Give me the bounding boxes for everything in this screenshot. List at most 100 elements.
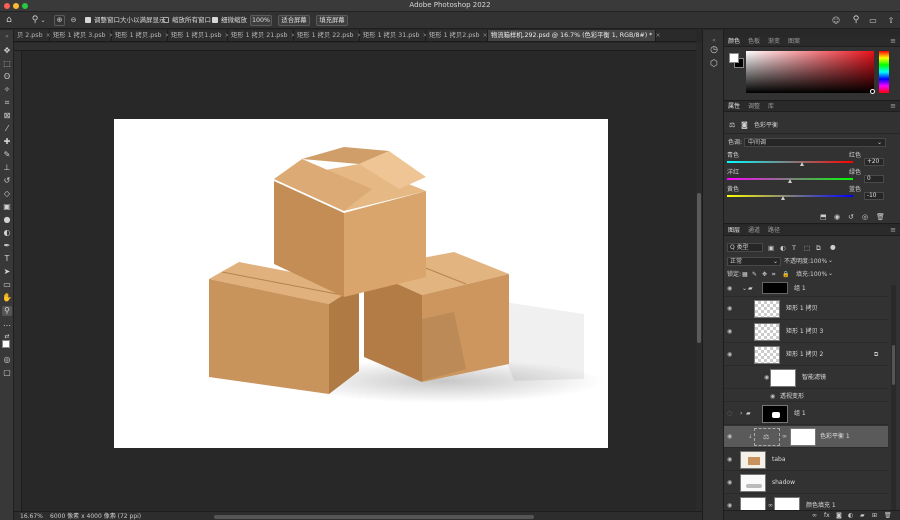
opacity-value[interactable]: 100% xyxy=(810,258,827,266)
color-field[interactable] xyxy=(746,51,874,93)
close-tab-icon[interactable]: × xyxy=(482,32,487,39)
quick-mask-icon[interactable]: ◎ xyxy=(2,355,12,365)
new-adjustment-icon[interactable]: ◐ xyxy=(848,512,853,520)
layer-row[interactable]: ◉ ⌄ ▰ 组 1 xyxy=(724,282,888,297)
cyan-red-value[interactable]: +20 xyxy=(864,158,884,166)
chain-link-icon[interactable]: ∞ xyxy=(768,502,773,510)
visibility-eye-icon[interactable]: ◉ xyxy=(727,479,734,486)
chain-link-icon[interactable]: ∞ xyxy=(782,433,787,441)
lock-pixels-icon[interactable]: ▦ xyxy=(742,271,748,279)
layer-thumbnail[interactable] xyxy=(754,323,780,341)
document-tab-active[interactable]: 物流箱样机.292.psd @ 16.7% (色彩平衡 1, RGB/8#) *… xyxy=(488,30,661,41)
zoom-all-windows-checkbox[interactable]: 缩放所有窗口 xyxy=(163,15,211,26)
panel-menu-icon[interactable]: ≡ xyxy=(890,102,896,111)
document-tab[interactable]: 矩形 1 拷贝 31.psb× xyxy=(360,30,428,41)
history-brush-tool-icon[interactable]: ↺ xyxy=(2,176,12,186)
visibility-eye-icon[interactable]: ◉ xyxy=(727,456,734,463)
reset-icon[interactable]: ↺ xyxy=(848,213,854,221)
trash-icon[interactable]: 🗑 xyxy=(876,213,885,221)
visibility-icon[interactable]: ◎ xyxy=(862,213,868,221)
foreground-color-swatch[interactable] xyxy=(2,340,10,348)
tab-libraries[interactable]: 库 xyxy=(768,102,774,112)
layer-row-selected[interactable]: ◉ ↓ ⚖ ∞ 色彩平衡 1 xyxy=(724,426,888,448)
gradient-tool-icon[interactable]: ▣ xyxy=(2,202,12,212)
tab-swatches[interactable]: 色板 xyxy=(748,37,760,47)
magenta-green-slider[interactable]: 洋红 绿色 0 xyxy=(727,169,897,185)
view-previous-icon[interactable]: ◉ xyxy=(834,213,840,221)
tab-channels[interactable]: 通道 xyxy=(748,226,760,236)
tab-paths[interactable]: 路径 xyxy=(768,226,780,236)
chevron-down-icon[interactable]: ⌄ xyxy=(828,270,833,278)
eraser-tool-icon[interactable]: ◇ xyxy=(2,189,12,199)
fill-value[interactable]: 100% xyxy=(810,271,827,279)
tab-layers[interactable]: 图层 xyxy=(728,226,740,236)
lasso-tool-icon[interactable]: ʘ xyxy=(2,72,12,82)
layer-mask-thumbnail[interactable] xyxy=(762,282,788,294)
filter-toggle-icon[interactable]: ● xyxy=(830,243,836,251)
scroll-thumb[interactable] xyxy=(697,193,701,343)
move-tool-icon[interactable]: ✥ xyxy=(2,46,12,56)
clone-stamp-tool-icon[interactable]: ⊥ xyxy=(2,163,12,173)
tab-patterns[interactable]: 图案 xyxy=(788,37,800,47)
clip-to-layer-icon[interactable]: ⬒ xyxy=(820,213,827,221)
filter-mask-thumbnail[interactable] xyxy=(770,369,796,387)
layer-style-icon[interactable]: fx xyxy=(824,512,830,520)
vertical-ruler[interactable] xyxy=(14,51,22,511)
foreground-color-chip[interactable] xyxy=(729,53,739,63)
visibility-off-icon[interactable]: ○ xyxy=(727,410,734,417)
tool-preset-chevron-icon[interactable]: ⌄ xyxy=(40,16,46,25)
brush-tool-icon[interactable]: ✎ xyxy=(2,150,12,160)
marquee-tool-icon[interactable]: ⬚ xyxy=(2,59,12,69)
layer-row[interactable]: ◉ 矩形 1 拷贝 2 ⧉ xyxy=(724,344,888,366)
layer-filter-select[interactable]: Q 类型 xyxy=(727,243,763,252)
magenta-green-value[interactable]: 0 xyxy=(864,175,884,183)
filter-pixel-icon[interactable]: ▣ xyxy=(768,244,774,252)
path-selection-tool-icon[interactable]: ➤ xyxy=(2,267,12,277)
healing-brush-tool-icon[interactable]: ✚ xyxy=(2,137,12,147)
zoom-level[interactable]: 16.67% xyxy=(20,512,43,520)
share-icon[interactable]: ⇧ xyxy=(886,16,896,25)
yellow-blue-value[interactable]: -10 xyxy=(864,192,884,200)
dodge-tool-icon[interactable]: ◐ xyxy=(2,228,12,238)
layer-row[interactable]: ◉ 智能滤镜 xyxy=(724,367,888,389)
blend-mode-select[interactable]: 正常 ⌄ xyxy=(727,257,781,266)
smart-filter-icon[interactable]: ⧉ xyxy=(874,351,878,359)
hue-slider[interactable] xyxy=(879,51,889,93)
slider-knob[interactable] xyxy=(800,162,805,166)
zoom-tool-active-icon[interactable]: ⚲ xyxy=(2,306,12,316)
layer-row[interactable]: ◉ shadow xyxy=(724,472,888,494)
status-chevron-icon[interactable]: › xyxy=(114,512,116,520)
zoom-tool-icon[interactable]: ⚲ xyxy=(30,16,40,25)
layers-scrollbar[interactable] xyxy=(891,285,896,510)
add-mask-icon[interactable]: ◙ xyxy=(836,512,842,520)
workspace-icon[interactable]: ▭ xyxy=(868,16,878,25)
visibility-eye-icon[interactable]: ◉ xyxy=(727,502,734,509)
layer-thumbnail[interactable] xyxy=(740,497,766,510)
pen-tool-icon[interactable]: ✒ xyxy=(2,241,12,251)
document-tab[interactable]: 贝 2.psb × xyxy=(14,30,51,41)
link-layers-icon[interactable]: ∞ xyxy=(812,512,817,520)
layer-thumbnail[interactable] xyxy=(754,346,780,364)
tone-select[interactable]: 中间调 ⌄ xyxy=(744,138,886,147)
trash-icon[interactable]: 🗑 xyxy=(884,512,892,520)
tab-adjustments[interactable]: 调整 xyxy=(748,102,760,112)
layer-mask-thumbnail[interactable] xyxy=(774,497,800,510)
account-icon[interactable]: ☺ xyxy=(831,16,841,25)
zoom-in-icon[interactable]: ⊕ xyxy=(54,15,65,26)
slider-knob[interactable] xyxy=(781,196,786,200)
visibility-eye-icon[interactable]: ◉ xyxy=(727,433,734,440)
lock-all-icon[interactable]: 🔒 xyxy=(782,271,789,279)
layer-row[interactable]: ◉ 矩形 1 拷贝 3 xyxy=(724,321,888,343)
fill-screen-button[interactable]: 填充屏幕 xyxy=(316,15,348,26)
visibility-eye-icon[interactable]: ◉ xyxy=(727,305,734,312)
frame-tool-icon[interactable]: ⊠ xyxy=(2,111,12,121)
filter-shape-icon[interactable]: ⬚ xyxy=(804,244,810,252)
adjustment-thumbnail[interactable]: ⚖ xyxy=(754,428,780,446)
more-tools-icon[interactable]: … xyxy=(2,319,12,329)
shape-tool-icon[interactable]: ▭ xyxy=(2,280,12,290)
collapse-panels-icon[interactable]: « xyxy=(709,36,719,45)
search-icon[interactable]: ⚲ xyxy=(851,16,861,25)
chevron-down-icon[interactable]: ⌄ xyxy=(742,285,747,293)
color-picker-cursor[interactable] xyxy=(870,89,875,94)
type-tool-icon[interactable]: T xyxy=(2,254,12,264)
